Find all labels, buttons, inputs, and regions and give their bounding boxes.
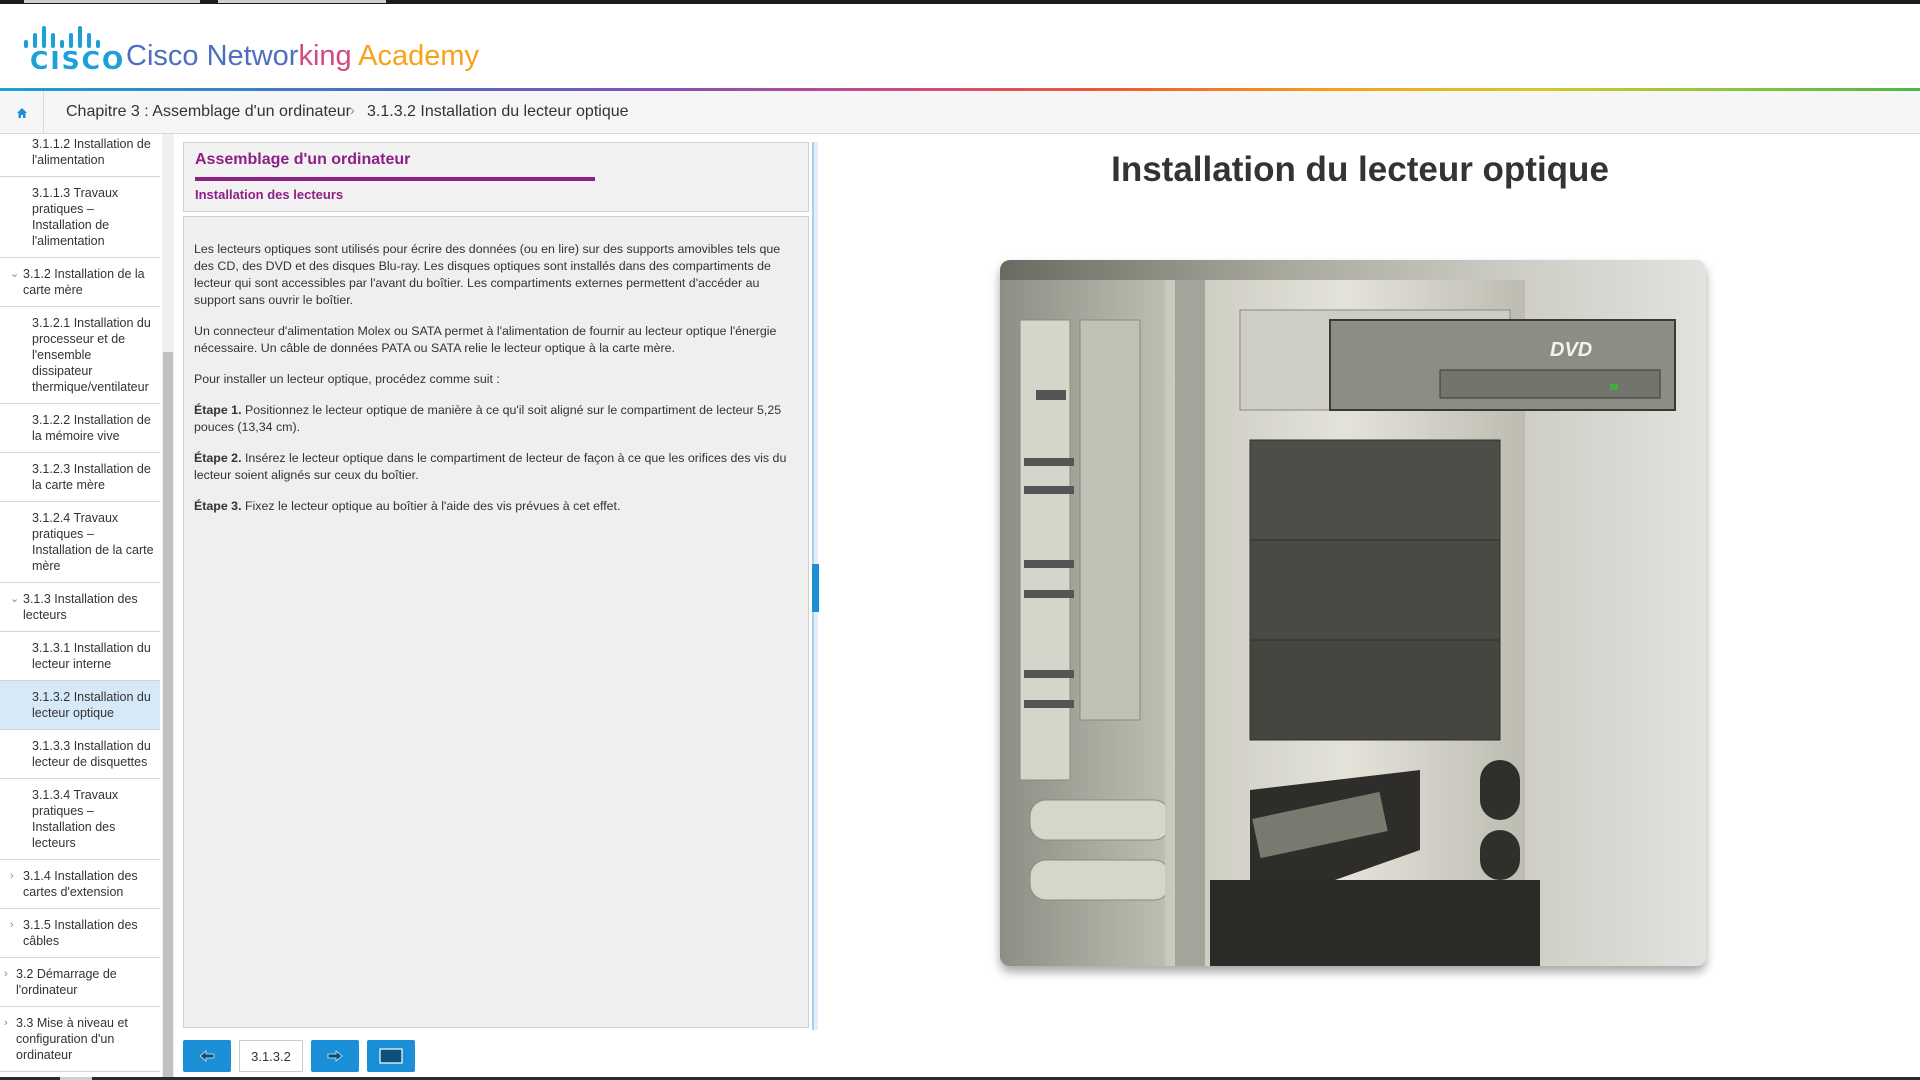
- sidebar-item[interactable]: ⌄ 3.1.3 Installation des lecteurs: [0, 583, 160, 632]
- panel-body: Les lecteurs optiques sont utilisés pour…: [183, 216, 809, 1028]
- top-strip-segment: [24, 0, 200, 3]
- sidebar-item[interactable]: 3.1.3.4 Travaux pratiques – Installation…: [0, 779, 160, 860]
- sidebar-item[interactable]: › 3.1.4 Installation des cartes d'extensi…: [0, 860, 160, 909]
- paragraph: Pour installer un lecteur optique, procé…: [194, 372, 500, 386]
- panel-subtitle: Installation des lecteurs: [195, 187, 344, 202]
- sidebar-item[interactable]: 3.1.1.3 Travaux pratiques – Installation…: [0, 177, 160, 258]
- step-label: Étape 1.: [194, 403, 242, 417]
- brand-part: king: [298, 40, 352, 72]
- sidebar-item-label: 3.1.3.1 Installation du lecteur interne: [32, 641, 151, 671]
- sidebar-item[interactable]: › 3.3 Mise à niveau et configuration d'un…: [0, 1007, 160, 1072]
- paragraph: Un connecteur d'alimentation Molex ou SA…: [194, 324, 777, 355]
- sidebar-item-label: 3.1.2.3 Installation de la carte mère: [32, 462, 151, 492]
- brand-part: Academy: [351, 40, 479, 72]
- step-text: Positionnez le lecteur optique de manièr…: [194, 403, 782, 434]
- pane-divider-handle[interactable]: [812, 564, 819, 612]
- optical-drive-image: DVD: [1000, 260, 1706, 966]
- sidebar-item[interactable]: 3.1.3.1 Installation du lecteur interne: [0, 632, 160, 681]
- sidebar-item-label: 3.2 Démarrage de l'ordinateur: [16, 967, 117, 997]
- chevron-right-icon: ›: [4, 1017, 8, 1029]
- step-label: Étape 2.: [194, 451, 242, 465]
- chevron-right-icon: ›: [350, 102, 355, 118]
- header: CISCO Cisco Networking Academy: [0, 4, 1920, 88]
- chevron-right-icon: ›: [10, 919, 14, 931]
- sidebar-item[interactable]: › 3.2 Démarrage de l'ordinateur: [0, 958, 160, 1007]
- arrow-right-icon: [327, 1050, 343, 1062]
- fullscreen-button[interactable]: [367, 1040, 415, 1072]
- sidebar-item-label: 3.1.3.3 Installation du lecteur de disqu…: [32, 739, 151, 769]
- sidebar-item[interactable]: ⌄ 3.1.2 Installation de la carte mère: [0, 258, 160, 307]
- slide-title: Installation du lecteur optique: [1111, 150, 1609, 189]
- step: Étape 1. Positionnez le lecteur optique …: [194, 402, 799, 436]
- sidebar-item-label: 3.1.2 Installation de la carte mère: [23, 267, 145, 297]
- arrow-left-icon: [199, 1050, 215, 1062]
- step-text: Fixez le lecteur optique au boîtier à l'…: [241, 499, 621, 513]
- sidebar-scroll-thumb[interactable]: [163, 352, 173, 1080]
- sidebar-item-label: 3.3 Mise à niveau et configuration d'un …: [16, 1016, 128, 1062]
- sidebar-item[interactable]: 3.1.1.2 Installation de l'alimentation: [0, 134, 160, 177]
- sidebar-item-label: 3.1.5 Installation des câbles: [23, 918, 138, 948]
- panel-text: Les lecteurs optiques sont utilisés pour…: [194, 241, 799, 529]
- next-button[interactable]: [311, 1040, 359, 1072]
- sidebar-item-label: 3.1.3 Installation des lecteurs: [23, 592, 138, 622]
- sidebar-item[interactable]: 3.1.2.3 Installation de la carte mère: [0, 453, 160, 502]
- cisco-logo: CISCO: [24, 24, 123, 75]
- fullscreen-icon: [379, 1048, 403, 1064]
- sidebar-item[interactable]: 3.1.2.1 Installation du processeur et de…: [0, 307, 160, 404]
- sidebar-item-label: 3.1.1.3 Travaux pratiques – Installation…: [32, 186, 119, 248]
- panel-header: Assemblage d'un ordinateur Installation …: [183, 142, 809, 212]
- sidebar-item-label: 3.1.1.2 Installation de l'alimentation: [32, 137, 151, 167]
- page-number: 3.1.3.2: [239, 1040, 303, 1072]
- chevron-right-icon: ›: [4, 968, 8, 980]
- sidebar-item[interactable]: 3.1.3.2 Installation du lecteur optique: [0, 681, 160, 730]
- step-label: Étape 3.: [194, 499, 242, 513]
- top-strip-segment: [218, 0, 386, 3]
- brand-title: Cisco Networking Academy: [126, 40, 479, 73]
- sidebar: 3.1.1.2 Installation de l'alimentation 3.…: [0, 134, 174, 1080]
- home-icon: [16, 107, 27, 118]
- dvd-label: DVD: [1550, 339, 1592, 361]
- sidebar-nav: 3.1.1.2 Installation de l'alimentation 3.…: [0, 134, 160, 1080]
- sidebar-item-label: 3.1.2.2 Installation de la mémoire vive: [32, 413, 151, 443]
- panel-title: Assemblage d'un ordinateur: [195, 151, 411, 168]
- chevron-down-icon: ⌄: [10, 593, 20, 605]
- sidebar-item[interactable]: 3.1.3.3 Installation du lecteur de disqu…: [0, 730, 160, 779]
- previous-button[interactable]: [183, 1040, 231, 1072]
- cisco-bars-icon: [24, 24, 110, 48]
- chevron-down-icon: ⌄: [10, 268, 20, 280]
- home-button[interactable]: [0, 91, 44, 134]
- sidebar-item-label: 3.1.2.4 Travaux pratiques – Installation…: [32, 511, 154, 573]
- sidebar-item[interactable]: 3.1.2.2 Installation de la mémoire vive: [0, 404, 160, 453]
- sidebar-item-label: 3.1.2.1 Installation du processeur et de…: [32, 316, 151, 394]
- breadcrumb-current: 3.1.3.2 Installation du lecteur optique: [367, 103, 629, 120]
- sidebar-item[interactable]: › 3.1.5 Installation des câbles: [0, 909, 160, 958]
- step: Étape 2. Insérez le lecteur optique dans…: [194, 450, 799, 484]
- sidebar-item-label: 3.1.3.2 Installation du lecteur optique: [32, 690, 151, 720]
- paragraph: Les lecteurs optiques sont utilisés pour…: [194, 242, 781, 307]
- breadcrumb-chapter[interactable]: Chapitre 3 : Assemblage d'un ordinateur: [66, 103, 351, 121]
- pc-case-illustration: DVD: [1000, 280, 1676, 966]
- step-text: Insérez le lecteur optique dans le compa…: [194, 451, 787, 482]
- breadcrumb: Chapitre 3 : Assemblage d'un ordinateur …: [0, 91, 1920, 134]
- brand-part: Cisco Networ: [126, 40, 299, 72]
- panel-title-rule: [195, 177, 595, 181]
- chevron-right-icon: ›: [10, 870, 14, 882]
- sidebar-item[interactable]: 3.1.2.4 Travaux pratiques – Installation…: [0, 502, 160, 583]
- sidebar-item-label: 3.1.3.4 Travaux pratiques – Installation…: [32, 788, 119, 850]
- step: Étape 3. Fixez le lecteur optique au boî…: [194, 498, 799, 515]
- cisco-wordmark: CISCO: [30, 46, 126, 75]
- sidebar-item-label: 3.1.4 Installation des cartes d'extensio…: [23, 869, 138, 899]
